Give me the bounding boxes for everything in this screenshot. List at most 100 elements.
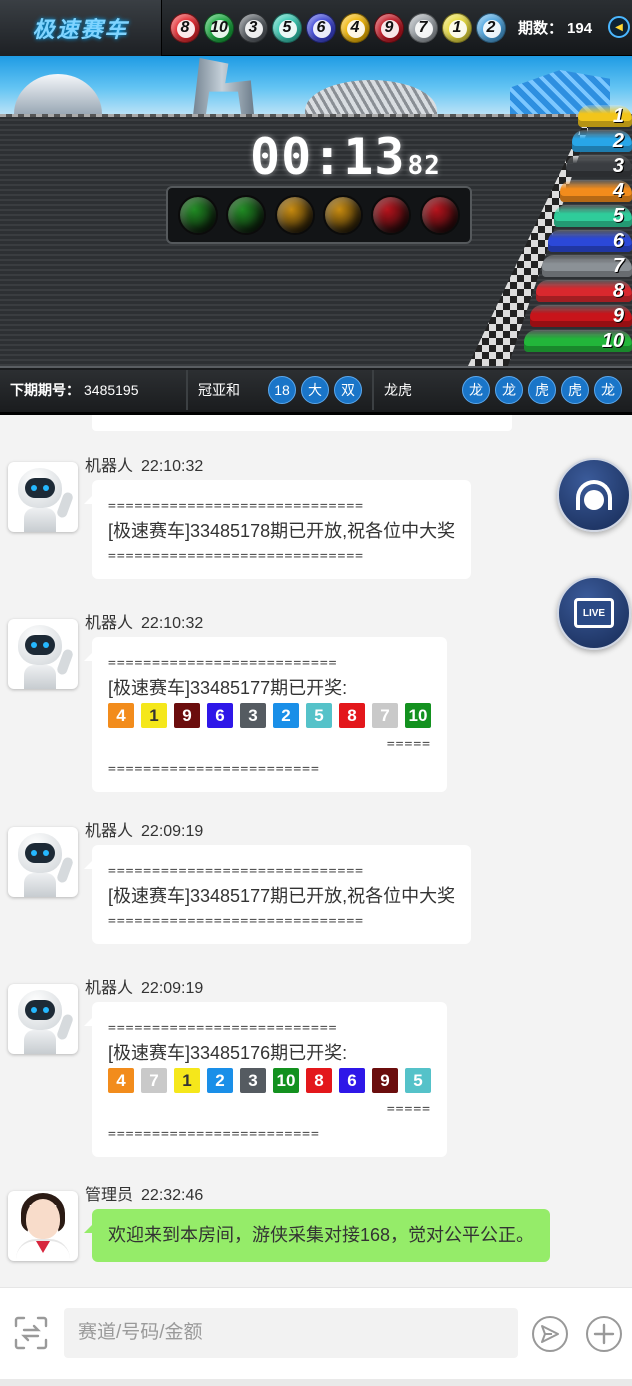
draw-number: 10 xyxy=(273,1068,299,1093)
birds-nest-stadium-icon xyxy=(305,80,437,114)
race-car: 7 xyxy=(542,255,632,277)
bet-input[interactable] xyxy=(64,1308,518,1358)
message-time: 22:09:19 xyxy=(141,980,204,997)
dragon-tiger-pill: 虎 xyxy=(528,376,556,404)
home-indicator xyxy=(0,1379,632,1386)
message-text: [极速赛车]33485178期已开放,祝各位中大奖 xyxy=(108,521,456,541)
issue-count: 期数： 194 xyxy=(518,17,592,38)
separator-line: ======================== xyxy=(108,762,320,777)
robot-face xyxy=(25,635,55,655)
robot-body xyxy=(24,1030,56,1054)
result-ball: 1 xyxy=(442,12,472,43)
dragon-tiger-label: 龙虎 xyxy=(384,382,412,398)
next-issue-label: 下期期号： xyxy=(10,382,80,398)
separator-line: ========================== xyxy=(108,656,338,671)
separator-line: ======================== xyxy=(108,1127,320,1142)
dragon-tiger: 龙虎 龙龙虎虎龙 xyxy=(374,370,632,410)
draw-number: 10 xyxy=(405,703,431,728)
champion-sum: 冠亚和 18 大双 xyxy=(188,370,374,410)
start-light xyxy=(419,195,460,235)
draw-number: 1 xyxy=(141,703,167,728)
draw-number: 3 xyxy=(240,703,266,728)
result-ball-number: 5 xyxy=(282,18,292,36)
robot-body xyxy=(24,665,56,689)
robot-face xyxy=(25,843,55,863)
start-lights xyxy=(166,186,472,244)
draw-number: 7 xyxy=(141,1068,167,1093)
robot-avatar xyxy=(8,619,78,689)
scan-icon[interactable] xyxy=(14,1316,48,1350)
draw-number: 9 xyxy=(174,703,200,728)
result-ball: 2 xyxy=(476,12,506,43)
game-logo: 极速赛车 xyxy=(0,0,162,56)
message-text: [极速赛车]33485177期已开放,祝各位中大奖 xyxy=(108,886,456,906)
result-ball: 8 xyxy=(170,12,200,43)
message-bubble: ========================== [极速赛车]33485176… xyxy=(84,1002,447,1157)
separator-line: ===== xyxy=(386,737,431,752)
result-ball-number: 8 xyxy=(180,18,190,36)
draw-number: 2 xyxy=(273,703,299,728)
sender-name: 机器人 xyxy=(85,615,134,632)
robot-body xyxy=(24,508,56,532)
message-time: 22:09:19 xyxy=(141,823,204,840)
separator-line: ===== xyxy=(386,1102,431,1117)
message-meta: 机器人 22:09:19 xyxy=(85,817,203,841)
agent-face xyxy=(26,1199,60,1239)
result-ball-number: 6 xyxy=(316,18,326,36)
champion-sum-pill: 双 xyxy=(334,376,362,404)
sender-name: 管理员 xyxy=(85,1187,134,1204)
message-bubble: ============================= [极速赛车]33485… xyxy=(83,845,472,944)
race-car: 6 xyxy=(548,230,632,252)
draw-number: 8 xyxy=(339,703,365,728)
race-car: 10 xyxy=(524,330,632,352)
dome-building-icon xyxy=(14,74,102,114)
message-meta: 管理员 22:32:46 xyxy=(85,1181,203,1205)
chat-area[interactable]: 机器人 22:10:32 =============================… xyxy=(0,415,632,1287)
input-bar xyxy=(0,1287,632,1386)
draw-number: 8 xyxy=(306,1068,332,1093)
race-car: 4 xyxy=(560,180,632,202)
result-ball: 5 xyxy=(272,12,302,43)
result-ball: 7 xyxy=(408,12,438,43)
message-meta: 机器人 22:09:19 xyxy=(85,974,203,998)
customer-service-button[interactable] xyxy=(557,458,631,532)
draw-number: 5 xyxy=(405,1068,431,1093)
result-ball-number: 10 xyxy=(210,18,228,36)
speaker-icon[interactable]: ◀ xyxy=(608,16,630,38)
message-bubble: 欢迎来到本房间，游侠采集对接168，觉对公平公正。 xyxy=(83,1209,551,1262)
timer-main: 00:13 xyxy=(250,128,406,186)
race-car: 1 xyxy=(578,105,632,127)
robot-avatar xyxy=(8,984,78,1054)
send-button[interactable] xyxy=(532,1316,568,1352)
draw-numbers: 4 1 9 6 3 2 5 8 7 10 xyxy=(108,703,431,728)
sender-name: 机器人 xyxy=(85,980,134,997)
message-time: 22:10:32 xyxy=(141,458,204,475)
result-ball-number: 2 xyxy=(486,18,496,36)
sender-name: 机器人 xyxy=(85,823,134,840)
start-light xyxy=(274,195,315,235)
dragon-tiger-pill: 虎 xyxy=(561,376,589,404)
draw-number: 6 xyxy=(339,1068,365,1093)
plus-icon xyxy=(593,1323,615,1345)
draw-numbers: 4 7 1 2 3 10 8 6 9 5 xyxy=(108,1068,431,1093)
message-time: 22:32:46 xyxy=(141,1187,204,1204)
result-ball: 9 xyxy=(374,12,404,43)
message-meta: 机器人 22:10:32 xyxy=(85,452,203,476)
start-light xyxy=(226,195,267,235)
live-tv-icon: LIVE xyxy=(574,598,614,628)
race-car: 9 xyxy=(530,305,632,327)
dragon-tiger-pill: 龙 xyxy=(495,376,523,404)
headset-icon xyxy=(576,480,612,510)
draw-number: 3 xyxy=(240,1068,266,1093)
draw-number: 4 xyxy=(108,1068,134,1093)
robot-face xyxy=(25,1000,55,1020)
live-button[interactable]: LIVE xyxy=(557,576,631,650)
robot-avatar xyxy=(8,827,78,897)
race-car: 5 xyxy=(554,205,632,227)
countdown-timer: 00:1382 xyxy=(250,128,441,186)
admin-avatar xyxy=(8,1191,78,1261)
separator-line: ========================== xyxy=(108,1021,338,1036)
draw-number: 4 xyxy=(108,703,134,728)
add-button[interactable] xyxy=(586,1316,622,1352)
result-ball: 6 xyxy=(306,12,336,43)
